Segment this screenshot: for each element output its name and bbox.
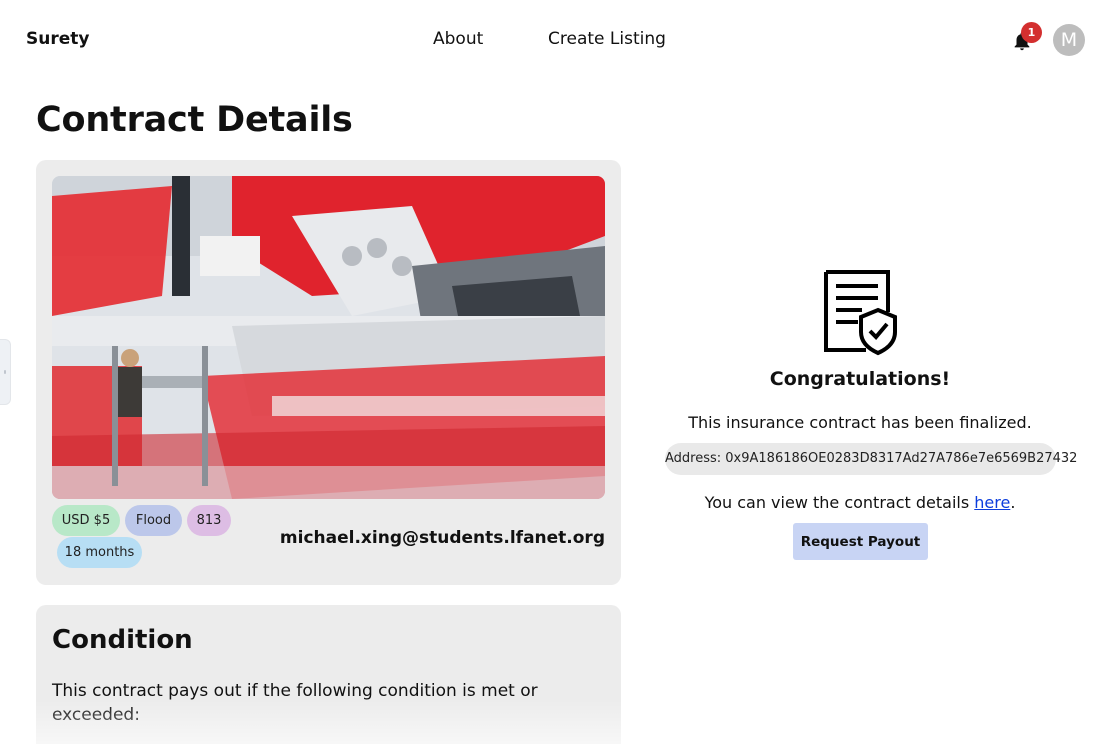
side-drawer-handle[interactable] bbox=[0, 339, 11, 405]
contract-address: Address: 0x9A186186OE0283D8317Ad27A786e7… bbox=[665, 443, 1077, 475]
condition-card: Condition This contract pays out if the … bbox=[36, 605, 621, 744]
tag-peril: Flood bbox=[125, 505, 182, 536]
nav-link-about[interactable]: About bbox=[433, 29, 483, 49]
user-avatar[interactable]: M bbox=[1053, 24, 1085, 56]
tag-zip: 813 bbox=[187, 505, 231, 536]
notification-badge: 1 bbox=[1021, 22, 1042, 43]
top-nav: Surety About Create Listing 1 M bbox=[0, 0, 1115, 80]
page-title: Contract Details bbox=[36, 100, 353, 140]
condition-title: Condition bbox=[52, 625, 193, 655]
view-details-text: You can view the contract details bbox=[704, 493, 975, 512]
request-payout-button[interactable]: Request Payout bbox=[793, 523, 928, 560]
factory-photo bbox=[52, 176, 605, 499]
nav-link-create-listing[interactable]: Create Listing bbox=[548, 29, 666, 49]
view-details-link[interactable]: here bbox=[974, 493, 1010, 512]
finalized-message: This insurance contract has been finaliz… bbox=[688, 413, 1032, 432]
drawer-handle-grip bbox=[4, 370, 6, 374]
contract-summary-card: USD $5 Flood 813 18 months michael.xing@… bbox=[36, 160, 621, 585]
tag-price: USD $5 bbox=[52, 505, 120, 536]
view-details-suffix: . bbox=[1010, 493, 1016, 512]
tag-term: 18 months bbox=[57, 537, 142, 568]
condition-description: This contract pays out if the following … bbox=[52, 681, 538, 725]
owner-email: michael.xing@students.lfanet.org bbox=[279, 528, 605, 548]
congrats-heading: Congratulations! bbox=[769, 368, 951, 390]
contract-image bbox=[52, 176, 605, 499]
view-details-line: You can view the contract details here. bbox=[650, 493, 1070, 512]
contract-verified-icon bbox=[824, 270, 897, 356]
brand-logo[interactable]: Surety bbox=[26, 29, 89, 49]
